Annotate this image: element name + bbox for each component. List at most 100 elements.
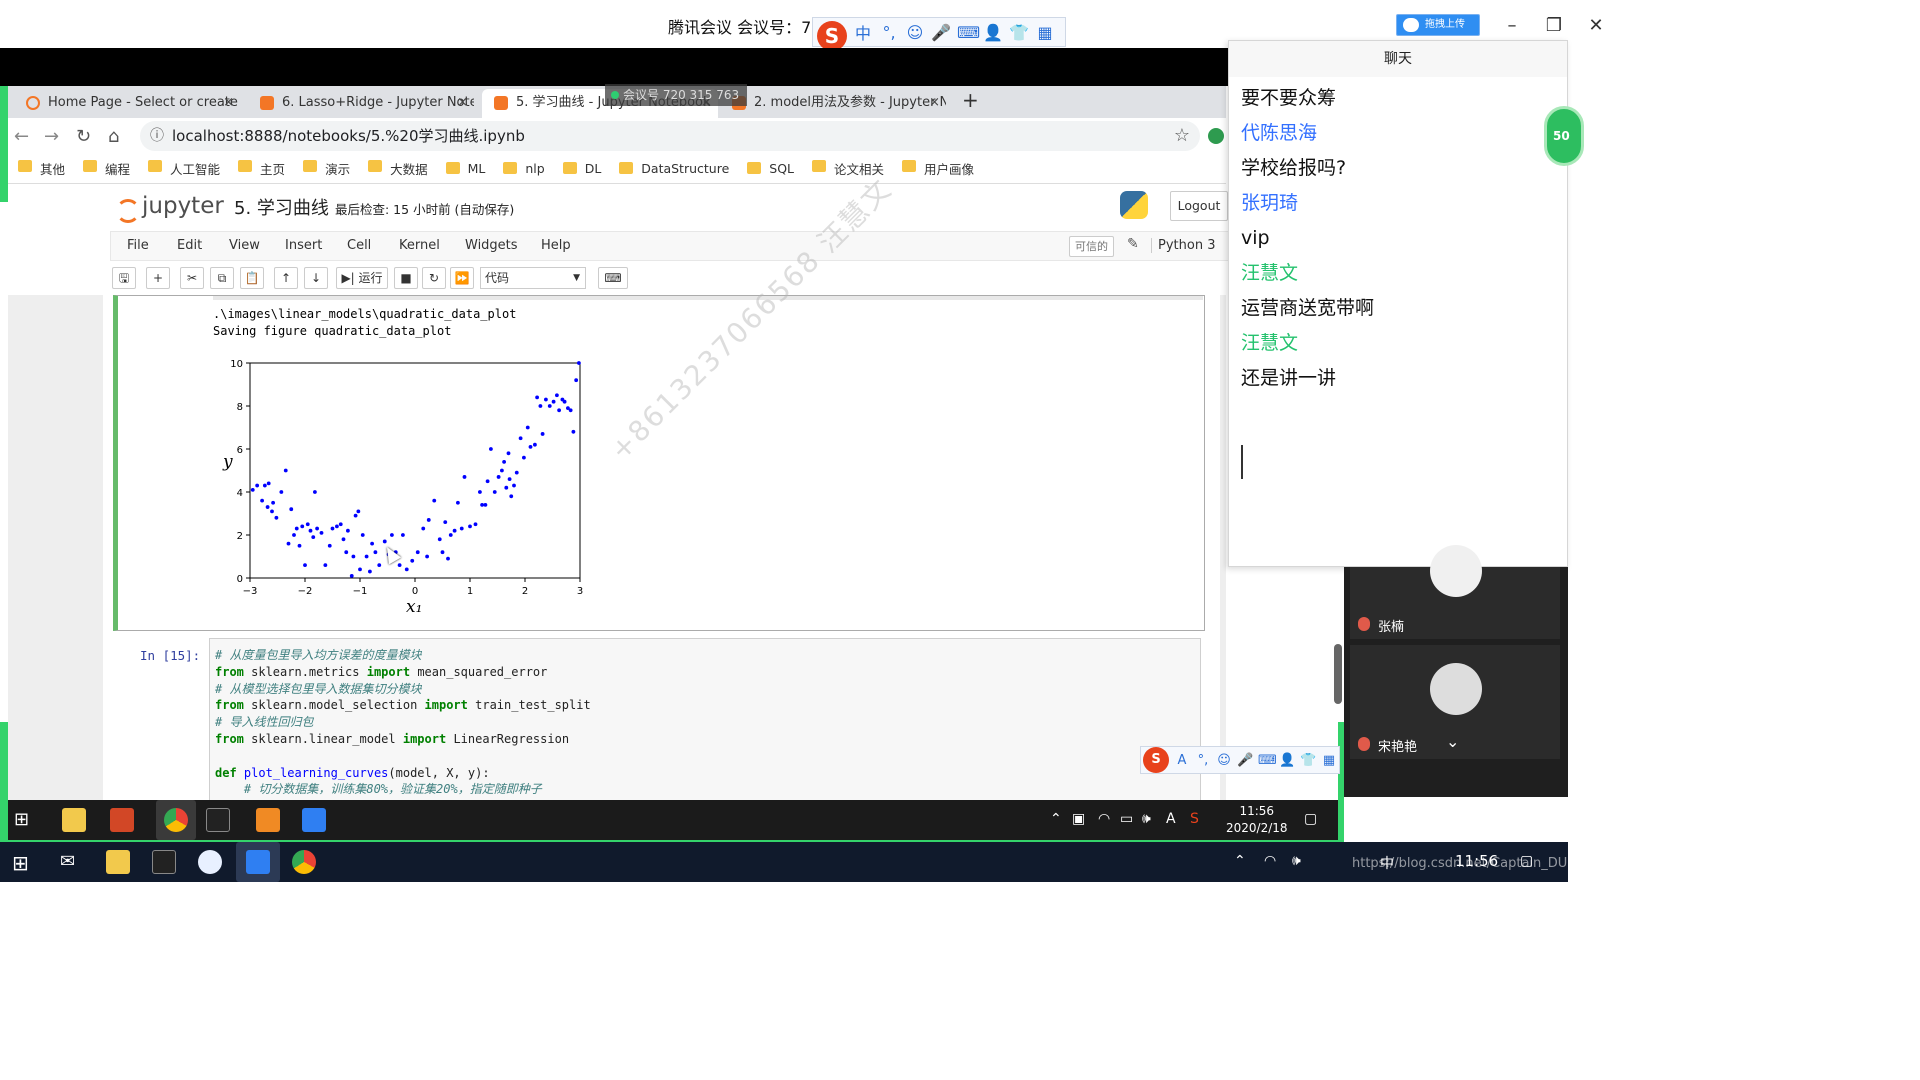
bookmark-folder[interactable]: 大数据 (368, 159, 428, 178)
copy-icon[interactable]: ⧉ (210, 267, 234, 289)
ime-emoji-icon[interactable]: ☺ (1216, 753, 1232, 768)
taskbar-clock[interactable]: 11:56 2020/2/18 (1226, 803, 1288, 837)
code-cell[interactable]: In [15]: # 从度量包里导入均方误差的度量模块 from sklearn.… (113, 637, 1205, 800)
upload-button[interactable]: 拖拽上传 (1396, 14, 1480, 36)
new-tab-button[interactable]: + (962, 88, 979, 112)
chat-input-caret[interactable] (1241, 445, 1243, 479)
restore-icon[interactable]: ❐ (1544, 15, 1564, 36)
ime-font-icon[interactable]: A (1174, 753, 1190, 768)
battery-icon[interactable]: ▭ (1120, 811, 1133, 827)
menu-kernel[interactable]: Kernel (399, 238, 440, 253)
edit-pencil-icon[interactable]: ✎ (1127, 236, 1139, 252)
tray-app-icon[interactable]: ▣ (1072, 811, 1085, 827)
notification-icon[interactable]: ▢ (1304, 811, 1317, 827)
restart-icon[interactable]: ↻ (422, 267, 446, 289)
windows-start-icon[interactable]: ⊞ (14, 809, 29, 830)
ime-grid-icon[interactable]: ▦ (1321, 753, 1337, 768)
file-explorer-icon[interactable] (106, 850, 130, 874)
notification-badge[interactable]: 50 (1544, 106, 1584, 166)
windows-start-icon[interactable]: ⊞ (12, 851, 29, 875)
minimize-icon[interactable]: – (1502, 15, 1522, 36)
notification-icon[interactable]: ▢ (1520, 853, 1533, 869)
ime-punct-icon[interactable]: °, (879, 23, 899, 42)
site-info-icon[interactable]: ⓘ (150, 121, 164, 151)
fast-forward-icon[interactable]: ⏩ (450, 267, 474, 289)
cut-icon[interactable]: ✂ (180, 267, 204, 289)
terminal-icon[interactable] (206, 808, 230, 832)
ime-emoji-icon[interactable]: ☺ (905, 23, 925, 42)
bookmark-folder[interactable]: 其他 (18, 159, 65, 178)
menu-widgets[interactable]: Widgets (465, 238, 518, 253)
logout-button[interactable]: Logout (1170, 191, 1228, 221)
back-icon[interactable]: ← (14, 126, 29, 147)
tab-lasso-ridge[interactable]: 6. Lasso+Ridge - Jupyter Notebook × (248, 89, 474, 118)
tab-close-icon[interactable]: × (929, 89, 940, 117)
tab-close-icon[interactable]: × (457, 89, 468, 117)
menu-help[interactable]: Help (541, 238, 571, 253)
mail-icon[interactable]: ✉ (60, 851, 75, 872)
save-icon[interactable]: 🖫 (112, 267, 136, 289)
participant-tile[interactable] (1350, 545, 1560, 613)
chrome-icon[interactable] (164, 808, 188, 832)
bookmark-folder[interactable]: ML (445, 161, 485, 176)
app-icon[interactable] (256, 808, 280, 832)
ime-punct-icon[interactable]: °, (1195, 753, 1211, 768)
close-icon[interactable]: ✕ (1586, 15, 1606, 36)
ime-grid-icon[interactable]: ▦ (1035, 23, 1055, 42)
ime-skin-icon[interactable]: 👕 (1300, 753, 1316, 768)
trusted-badge[interactable]: 可信的 (1069, 236, 1114, 257)
selected-output-cell[interactable]: .\images\linear_models\quadratic_data_pl… (113, 295, 1205, 631)
ime-skin-icon[interactable]: 👕 (1009, 23, 1029, 42)
scrollbar[interactable] (1334, 644, 1342, 704)
ime-keyboard-icon[interactable]: ⌨ (1258, 753, 1277, 768)
tab-home[interactable]: Home Page - Select or create a notebook … (14, 89, 240, 118)
tray-expand-icon[interactable]: ⌃ (1050, 811, 1062, 827)
bookmark-star-icon[interactable]: ☆ (1174, 121, 1190, 151)
ime-toolbar-secondary[interactable]: S A °, ☺ 🎤 ⌨ 👤 👕 ▦ (1140, 746, 1340, 774)
ime-user-icon[interactable]: 👤 (1279, 753, 1295, 768)
bookmark-folder[interactable]: SQL (747, 161, 794, 176)
cell-type-select[interactable]: 代码 ▼ (480, 267, 586, 289)
command-palette-icon[interactable]: ⌨ (598, 267, 628, 289)
menu-view[interactable]: View (229, 238, 260, 253)
bookmark-folder[interactable]: 用户画像 (902, 159, 974, 178)
terminal-icon[interactable] (152, 850, 176, 874)
jupyter-logo[interactable]: jupyter (116, 193, 224, 223)
powerpoint-icon[interactable] (110, 808, 134, 832)
menu-cell[interactable]: Cell (347, 238, 371, 253)
host-clock[interactable]: 11:56 (1455, 852, 1498, 870)
bookmark-folder[interactable]: 主页 (238, 159, 285, 178)
bookmark-folder[interactable]: 演示 (303, 159, 350, 178)
notebook-name[interactable]: 5. 学习曲线 (234, 194, 329, 220)
paste-icon[interactable]: 📋 (240, 267, 264, 289)
code-editor[interactable]: # 从度量包里导入均方误差的度量模块 from sklearn.metrics i… (209, 638, 1201, 800)
cloud-app-icon[interactable] (198, 850, 222, 874)
meeting-app-icon[interactable] (302, 808, 326, 832)
volume-icon[interactable]: 🕪 (1292, 853, 1301, 869)
ime-toolbar[interactable]: S 中 °, ☺ 🎤 ⌨ 👤 👕 ▦ (812, 17, 1066, 51)
file-explorer-icon[interactable] (62, 808, 86, 832)
ime-keyboard-icon[interactable]: ⌨ (957, 23, 980, 42)
bookmark-folder[interactable]: 编程 (83, 159, 130, 178)
move-up-icon[interactable]: ↑ (274, 267, 298, 289)
ime-voice-icon[interactable]: 🎤 (931, 23, 951, 42)
sogou-icon[interactable]: S (1143, 747, 1169, 773)
tab-model-usage[interactable]: 2. model用法及参数 - Jupyter Notebook × (720, 89, 946, 118)
notebook-area[interactable]: .\images\linear_models\quadratic_data_pl… (8, 295, 1226, 800)
bookmark-folder[interactable]: DataStructure (619, 161, 729, 176)
volume-icon[interactable]: 🕪 (1142, 811, 1151, 827)
ime-lang-icon[interactable]: 中 (853, 20, 873, 44)
home-icon[interactable]: ⌂ (108, 126, 119, 147)
chrome-icon[interactable] (292, 850, 316, 874)
participant-tile[interactable]: 张楠 (1350, 613, 1560, 639)
bookmark-folder[interactable]: DL (562, 161, 601, 176)
sogou-icon[interactable]: S (817, 21, 847, 51)
sogou-tray-icon[interactable]: S (1190, 811, 1199, 827)
reload-icon[interactable]: ↻ (76, 126, 91, 147)
insert-cell-icon[interactable]: + (146, 267, 170, 289)
move-down-icon[interactable]: ↓ (304, 267, 328, 289)
forward-icon[interactable]: → (44, 126, 59, 147)
stop-icon[interactable]: ■ (394, 267, 418, 289)
menu-insert[interactable]: Insert (285, 238, 322, 253)
menu-edit[interactable]: Edit (177, 238, 202, 253)
